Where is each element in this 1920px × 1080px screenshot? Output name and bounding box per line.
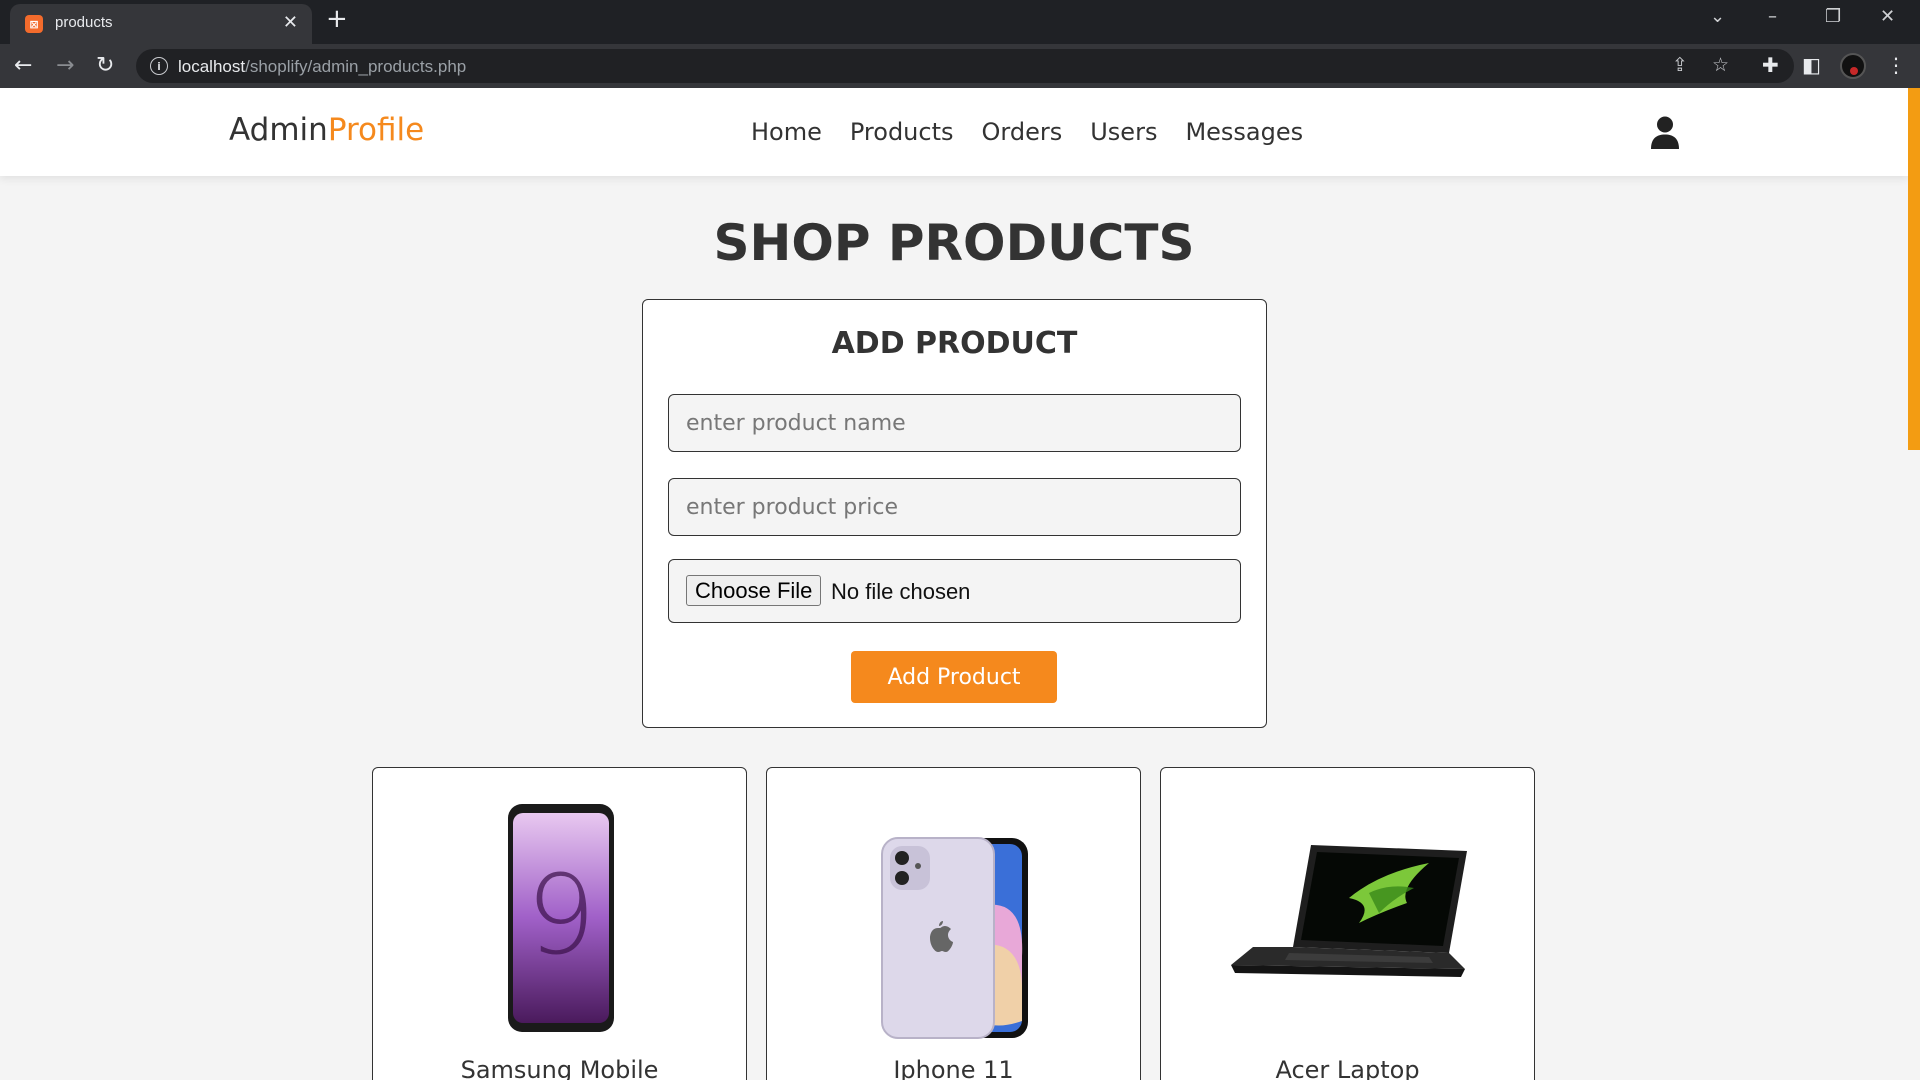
iphone-image xyxy=(881,837,1028,1039)
product-price-input[interactable] xyxy=(668,478,1241,536)
extensions-icon[interactable]: ✚ xyxy=(1762,53,1779,77)
product-card: Acer Laptop xyxy=(1160,767,1535,1080)
back-icon[interactable]: ← xyxy=(14,53,32,78)
tab-title: products xyxy=(55,14,113,31)
nav-messages[interactable]: Messages xyxy=(1185,118,1303,146)
add-product-button[interactable]: Add Product xyxy=(851,651,1057,703)
acer-laptop-image xyxy=(1231,845,1467,977)
page-viewport: AdminProfile Home Products Orders Users … xyxy=(0,88,1920,1080)
product-name-input[interactable] xyxy=(668,394,1241,452)
close-tab-icon[interactable]: ✕ xyxy=(283,12,298,33)
url-text[interactable]: localhost/shoplify/admin_products.php xyxy=(178,57,466,77)
nav-home[interactable]: Home xyxy=(751,118,822,146)
main-nav: Home Products Orders Users Messages xyxy=(751,118,1303,146)
browser-toolbar: ← → ↻ i localhost/shoplify/admin_product… xyxy=(0,44,1920,88)
product-name: Acer Laptop xyxy=(1275,1056,1420,1080)
site-info-icon[interactable]: i xyxy=(150,57,168,75)
new-tab-icon[interactable]: + xyxy=(326,4,348,34)
page-title: SHOP PRODUCTS xyxy=(713,214,1195,272)
bookmark-star-icon[interactable]: ☆ xyxy=(1712,54,1729,76)
form-title: ADD PRODUCT xyxy=(831,326,1078,361)
samsung-phone-image: 9 xyxy=(508,804,614,1032)
user-icon[interactable] xyxy=(1650,116,1680,149)
file-status-text: No file chosen xyxy=(831,579,971,604)
logo[interactable]: AdminProfile xyxy=(229,112,424,148)
product-name: Iphone 11 xyxy=(893,1056,1014,1080)
product-card: Iphone 11 xyxy=(766,767,1141,1080)
site-header: AdminProfile Home Products Orders Users … xyxy=(0,88,1908,176)
product-card: 9 Samsung Mobile xyxy=(372,767,747,1080)
nav-users[interactable]: Users xyxy=(1090,118,1157,146)
add-product-form: ADD PRODUCT Choose File No file chosen A… xyxy=(642,299,1267,728)
choose-file-button[interactable]: Choose File xyxy=(686,575,822,606)
browser-tab[interactable]: ⊠ products ✕ xyxy=(10,4,312,44)
page-scrollbar[interactable] xyxy=(1908,88,1920,450)
nav-orders[interactable]: Orders xyxy=(982,118,1063,146)
xampp-icon: ⊠ xyxy=(25,15,43,33)
svg-text:9: 9 xyxy=(526,851,596,979)
window-close-icon[interactable]: ✕ xyxy=(1880,6,1895,27)
restore-icon[interactable]: ❐ xyxy=(1825,6,1841,27)
address-bar[interactable]: i localhost/shoplify/admin_products.php … xyxy=(136,49,1794,83)
reload-icon[interactable]: ↻ xyxy=(96,53,114,78)
minimize-icon[interactable]: – xyxy=(1768,6,1777,27)
nav-products[interactable]: Products xyxy=(850,118,954,146)
browser-tab-bar: ⊠ products ✕ + ⌄ – ❐ ✕ xyxy=(0,0,1920,44)
share-icon[interactable]: ⇪ xyxy=(1672,54,1688,76)
profile-avatar[interactable] xyxy=(1840,53,1866,79)
product-image-file-field: Choose File No file chosen xyxy=(668,559,1241,623)
product-name: Samsung Mobile xyxy=(460,1056,659,1080)
menu-kebab-icon[interactable]: ⋮ xyxy=(1886,53,1906,77)
side-panel-icon[interactable]: ◧ xyxy=(1802,53,1821,77)
tab-search-icon[interactable]: ⌄ xyxy=(1710,6,1725,27)
forward-icon[interactable]: → xyxy=(56,53,74,78)
